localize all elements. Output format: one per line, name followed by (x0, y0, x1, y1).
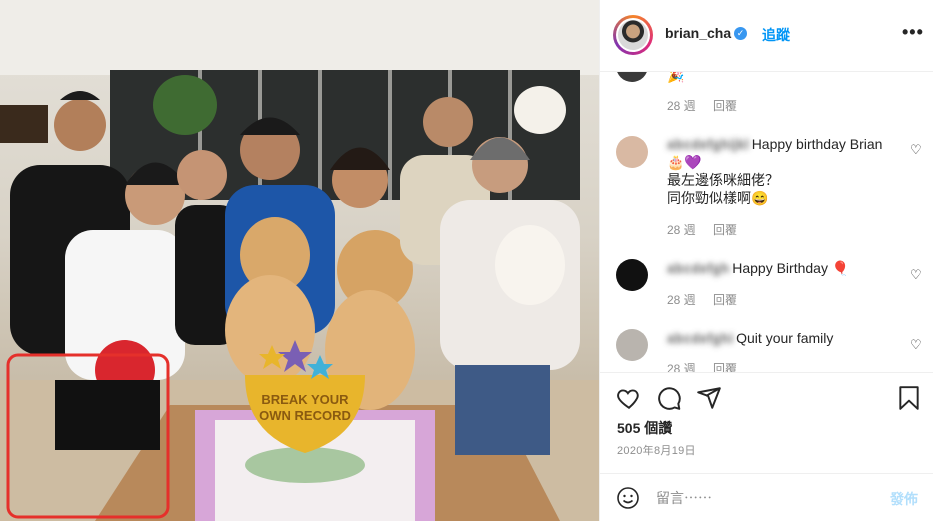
comment-line: 最左邊係咪細佬？ (667, 172, 779, 188)
comment-text: Quit your family (736, 330, 834, 346)
more-options-icon[interactable]: ••• (902, 22, 924, 43)
reply-link[interactable]: 回覆 (713, 223, 737, 237)
comment-line: 同你勁似樣啊😄 (667, 190, 769, 206)
comment-meta: 28 週 回覆 (667, 291, 751, 308)
comment-age: 28 週 (667, 99, 696, 113)
cake-text-2: OWN RECORD (259, 408, 351, 423)
profile-avatar[interactable] (613, 15, 653, 55)
comment-text: Happy birthday Brian (751, 136, 883, 152)
emoji-icon[interactable] (616, 486, 640, 510)
verified-badge-icon: ✓ (734, 27, 747, 40)
comment-age: 28 週 (667, 362, 696, 372)
like-comment-icon[interactable]: ♡ (910, 337, 922, 353)
post-comment-button[interactable]: 發佈 (890, 489, 918, 509)
comment-text: 🎉 (667, 72, 685, 83)
add-comment-bar: 發佈 (600, 473, 933, 522)
comment-meta: 28 週 回覆 (667, 97, 751, 114)
reply-link[interactable]: 回覆 (713, 99, 737, 113)
comment-meta: 28 週 回覆 (667, 221, 751, 238)
post-date[interactable]: 2020年8月19日 (617, 442, 696, 458)
commenter-name[interactable]: abcdefghijkl (667, 135, 749, 153)
like-count[interactable]: 505 個讚 (617, 418, 672, 438)
comment-age: 28 週 (667, 293, 696, 307)
commenter-avatar[interactable] (616, 259, 648, 291)
reply-link[interactable]: 回覆 (713, 293, 737, 307)
like-heart-icon[interactable] (616, 385, 642, 411)
post-header: brian_cha ✓ • 追蹤 ••• (600, 0, 933, 72)
comment-bubble-icon[interactable] (656, 385, 682, 411)
photo-illustration: BREAK YOUR OWN RECORD (0, 0, 599, 521)
cake-text-1: BREAK YOUR (261, 392, 349, 407)
like-comment-icon[interactable]: ♡ (910, 142, 922, 158)
post-photo[interactable]: BREAK YOUR OWN RECORD (0, 0, 599, 521)
comment-body: abcdefgh Happy Birthday 🎈 (667, 259, 897, 277)
commenter-name[interactable]: abcdefgh (667, 259, 729, 277)
comment-input[interactable] (656, 489, 856, 507)
commenter-avatar[interactable] (616, 329, 648, 361)
post-side-panel: brian_cha ✓ • 追蹤 ••• 🎉 28 週 回覆 abcdefghi… (599, 0, 933, 521)
like-comment-icon[interactable]: ♡ (910, 267, 922, 283)
post-actions: 505 個讚 2020年8月19日 發佈 (600, 372, 933, 521)
commenter-avatar[interactable] (616, 72, 648, 82)
comment-body: abcdefghijkl Happy birthday Brian 🎂💜 最左邊係… (667, 135, 897, 207)
comment-text: Happy Birthday 🎈 (732, 260, 850, 276)
comment-emoji: 🎂💜 (667, 154, 702, 170)
commenter-avatar[interactable] (616, 136, 648, 168)
commenter-name[interactable]: abcdefghi (667, 329, 733, 347)
bookmark-save-icon[interactable] (896, 385, 922, 411)
comment-meta: 28 週 回覆 (667, 360, 751, 372)
reply-link[interactable]: 回覆 (713, 362, 737, 372)
share-send-icon[interactable] (696, 385, 722, 411)
follow-button[interactable]: 追蹤 (762, 25, 790, 45)
comment-list[interactable]: 🎉 28 週 回覆 abcdefghijkl Happy birthday Bri… (600, 72, 933, 372)
comment-body: abcdefghi Quit your family (667, 329, 897, 347)
comment-age: 28 週 (667, 223, 696, 237)
username[interactable]: brian_cha (665, 25, 731, 41)
